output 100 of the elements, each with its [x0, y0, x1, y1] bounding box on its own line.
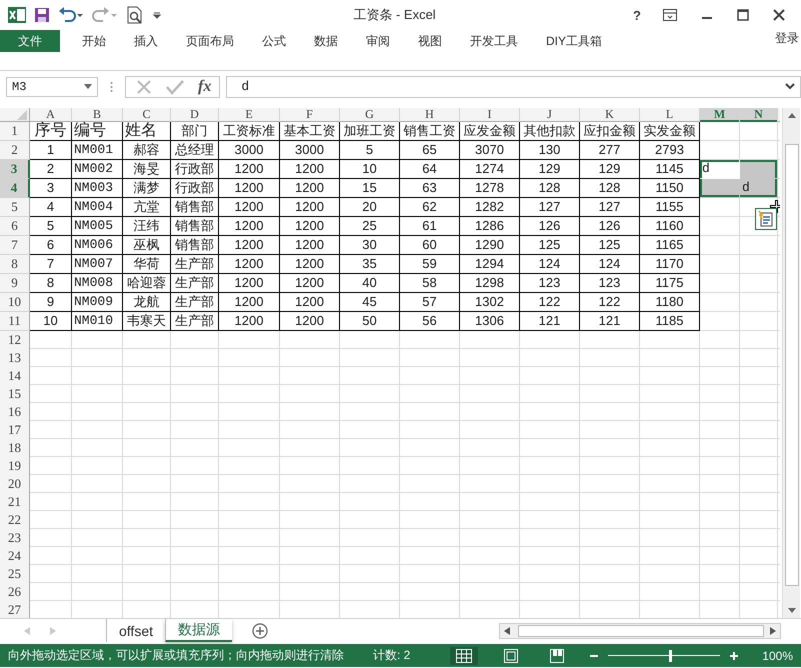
column-header[interactable]: H — [400, 108, 460, 122]
row-header[interactable]: 11 — [0, 312, 30, 331]
scroll-up-icon[interactable] — [788, 112, 796, 118]
close-icon[interactable] — [773, 9, 785, 21]
table-cell: 1160 — [640, 217, 700, 236]
ribbon-tab[interactable]: 页面布局 — [172, 30, 248, 52]
scroll-left-icon[interactable] — [504, 626, 510, 634]
row-header[interactable]: 27 — [0, 601, 30, 618]
table-cell: 56 — [400, 312, 460, 331]
row-header[interactable]: 13 — [0, 349, 30, 368]
row-header[interactable]: 24 — [0, 547, 30, 566]
ribbon-tab[interactable]: 开始 — [68, 30, 120, 52]
table-cell: 122 — [580, 293, 640, 312]
scrollbar-thumb[interactable] — [518, 624, 764, 636]
row-header[interactable]: 9 — [0, 274, 30, 293]
name-box[interactable]: M3 — [6, 77, 98, 97]
help-button[interactable]: ? — [627, 8, 647, 22]
ribbon-tab[interactable]: 插入 — [120, 30, 172, 52]
table-cell: NM001 — [72, 141, 123, 160]
add-sheet-icon[interactable] — [252, 622, 268, 638]
row-header[interactable]: 7 — [0, 236, 30, 255]
table-cell: 1155 — [640, 198, 700, 217]
table-cell: 3070 — [460, 141, 520, 160]
row-header[interactable]: 3 — [0, 160, 30, 179]
ribbon-tab[interactable]: 文件 — [0, 30, 60, 52]
status-message: 向外拖动选定区域，可以扩展或填充序列；向内拖动则进行清除 — [8, 647, 344, 664]
column-header[interactable]: I — [460, 108, 520, 122]
table-cell: 1180 — [640, 293, 700, 312]
row-header[interactable]: 20 — [0, 475, 30, 494]
table-cell: NM004 — [72, 198, 123, 217]
maximize-icon[interactable] — [737, 9, 749, 21]
row-header[interactable]: 6 — [0, 217, 30, 236]
table-cell: 58 — [400, 274, 460, 293]
zoom-slider-thumb[interactable] — [668, 650, 672, 662]
column-header[interactable]: E — [219, 108, 280, 122]
row-header[interactable]: 17 — [0, 421, 30, 440]
row-header[interactable]: 25 — [0, 565, 30, 584]
column-header[interactable]: M — [700, 108, 740, 122]
row-header[interactable]: 4 — [0, 179, 30, 198]
scroll-down-icon[interactable] — [788, 608, 796, 614]
excel-logo-icon — [8, 6, 26, 24]
table-cell: 129 — [580, 160, 640, 179]
row-header[interactable]: 8 — [0, 255, 30, 274]
zoom-in-icon[interactable] — [730, 652, 738, 660]
table-cell: 1170 — [640, 255, 700, 274]
scrollbar-thumb[interactable] — [784, 144, 798, 586]
row-header[interactable]: 14 — [0, 367, 30, 386]
vertical-scrollbar[interactable] — [782, 108, 800, 618]
row-header[interactable]: 10 — [0, 293, 30, 312]
row-header[interactable]: 2 — [0, 141, 30, 160]
row-header[interactable]: 16 — [0, 403, 30, 422]
row-header[interactable]: 23 — [0, 529, 30, 548]
sheet-tab[interactable]: 数据源 — [165, 619, 232, 642]
table-cell: 华荷 — [123, 255, 171, 274]
column-header[interactable]: A — [30, 108, 72, 122]
ribbon-tab[interactable]: 数据 — [300, 30, 352, 52]
sign-in-link[interactable]: 登录 — [773, 30, 801, 47]
zoom-level[interactable]: 100% — [762, 648, 793, 662]
ribbon-display-icon[interactable] — [663, 9, 677, 21]
row-header[interactable]: 26 — [0, 583, 30, 602]
table-cell: 65 — [400, 141, 460, 160]
table-cell: 1200 — [280, 198, 340, 217]
normal-view-button[interactable] — [450, 646, 478, 664]
table-cell: 45 — [340, 293, 400, 312]
row-header[interactable]: 21 — [0, 493, 30, 512]
column-header[interactable]: K — [580, 108, 640, 122]
column-header[interactable]: F — [280, 108, 340, 122]
ribbon-tab[interactable]: DIY工具箱 — [532, 30, 616, 52]
insert-function-button[interactable]: fx — [198, 78, 212, 96]
save-icon[interactable] — [34, 7, 50, 23]
table-cell: 277 — [580, 141, 640, 160]
ribbon-tab[interactable]: 审阅 — [352, 30, 404, 52]
row-header[interactable]: 1 — [0, 122, 30, 141]
table-cell: 1200 — [219, 160, 280, 179]
row-header[interactable]: 18 — [0, 439, 30, 458]
expand-icon[interactable] — [785, 83, 795, 91]
column-header[interactable]: D — [171, 108, 219, 122]
row-header[interactable]: 15 — [0, 385, 30, 404]
table-cell: 128 — [580, 179, 640, 198]
quick-analysis-icon[interactable] — [755, 208, 777, 230]
column-header[interactable]: C — [123, 108, 171, 122]
print-preview-icon[interactable] — [126, 6, 144, 24]
scroll-right-icon[interactable] — [770, 626, 776, 634]
table-cell: 15 — [340, 179, 400, 198]
ribbon-tab[interactable]: 公式 — [248, 30, 300, 52]
undo-icon[interactable] — [58, 7, 84, 23]
row-header[interactable]: 5 — [0, 198, 30, 217]
column-header[interactable]: B — [72, 108, 123, 122]
column-header[interactable]: G — [340, 108, 400, 122]
row-header[interactable]: 22 — [0, 511, 30, 530]
horizontal-scrollbar[interactable] — [499, 622, 781, 638]
column-header[interactable]: N — [740, 108, 778, 122]
row-header[interactable]: 19 — [0, 457, 30, 476]
ribbon-tab[interactable]: 开发工具 — [456, 30, 532, 52]
ribbon-tab[interactable]: 视图 — [404, 30, 456, 52]
column-header[interactable]: J — [520, 108, 580, 122]
row-header[interactable]: 12 — [0, 331, 30, 350]
grip-icon — [110, 81, 113, 93]
customize-toolbar-icon[interactable] — [152, 10, 162, 20]
formula-input[interactable]: d — [226, 76, 801, 98]
